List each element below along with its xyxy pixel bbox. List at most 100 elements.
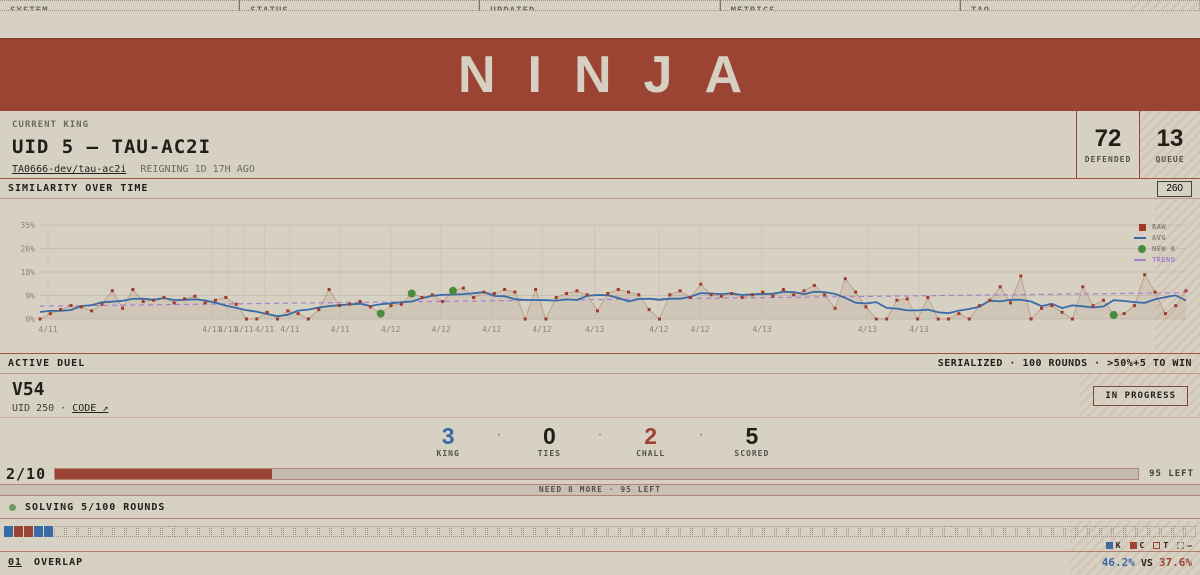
round-cell: [258, 526, 270, 537]
round-cell: [44, 526, 54, 537]
similarity-chart: 4/11 4/114/114/11 4/11 4/11 4/11 4/12 4/12 4/12…: [21, 221, 1188, 334]
newk-swatch-icon: [1138, 245, 1146, 253]
overlap-index-link[interactable]: 01: [8, 557, 22, 568]
round-cell: [547, 526, 559, 537]
round-cell: [1185, 526, 1197, 537]
round-cell: [150, 526, 162, 537]
round-cell: [1088, 526, 1100, 537]
svg-text:26%: 26%: [21, 245, 36, 254]
round-cell: [499, 526, 511, 537]
round-cell: [848, 526, 860, 537]
round-cell: [1124, 526, 1136, 537]
round-cell: [246, 526, 258, 537]
footer: 01 OVERLAP 46.2% VS 37.6%: [0, 551, 1200, 573]
challenger-code-link[interactable]: CODE ↗: [72, 403, 108, 414]
round-cell: [944, 526, 956, 537]
duel-row: V54 UID 250 · CODE ↗ IN PROGRESS: [0, 374, 1200, 418]
round-cell: [475, 526, 487, 537]
round-cell: [788, 526, 800, 537]
round-cell: [559, 526, 571, 537]
round-cell: [619, 526, 631, 537]
round-cell: [691, 526, 703, 537]
solving-status-icon: [9, 503, 16, 511]
round-cell: [34, 526, 44, 537]
round-cell: [90, 526, 102, 537]
vs-label: VS: [1140, 558, 1153, 569]
chall-overlap-pct: 37.6%: [1158, 556, 1192, 569]
svg-text:4/11: 4/11: [255, 325, 274, 334]
round-cell: [824, 526, 836, 537]
round-cell: [607, 526, 619, 537]
svg-text:4/12: 4/12: [532, 325, 551, 334]
round-cell: [872, 526, 884, 537]
legend-newk: NEW K: [1134, 245, 1184, 253]
round-cell: [595, 526, 607, 537]
similarity-title: SIMILARITY OVER TIME: [8, 183, 149, 194]
round-cell: [24, 526, 34, 537]
score-king: 3 KING: [419, 424, 477, 458]
round-cell: [1040, 526, 1052, 537]
topbar-updated: UPDATED 0M AGO: [479, 0, 720, 11]
tie-cell-swatch-icon: [1153, 542, 1161, 549]
topbar-system: SYSTEM NINJA // SN66: [0, 0, 240, 11]
progress-bar: [54, 467, 1140, 480]
round-cell: [1149, 526, 1161, 537]
duel-score-row: 3 KING · 0 TIES · 2 CHALL · 5 SCORED: [0, 418, 1200, 463]
active-duel-title: ACTIVE DUEL: [8, 358, 86, 369]
round-cell: [366, 526, 378, 537]
ninja-dashboard: SYSTEM NINJA // SN66 STATUS OPERATIONAL …: [0, 0, 1200, 575]
solving-row: SOLVING 5/100 ROUNDS: [0, 496, 1200, 519]
svg-text:4/13: 4/13: [752, 325, 771, 334]
round-cell: [860, 526, 872, 537]
ties-score: 0: [542, 422, 556, 449]
round-cell: [354, 526, 366, 537]
defended-count: 72: [1094, 125, 1122, 152]
score-scored: 5 SCORED: [723, 424, 781, 458]
challenger-uid: UID 250 ·: [12, 403, 67, 414]
round-cell: [1028, 526, 1040, 537]
round-cell: [1100, 526, 1112, 537]
round-cell: [234, 526, 246, 537]
round-cell: [1052, 526, 1064, 537]
score-ties: 0 TIES: [520, 424, 578, 458]
round-cell: [1016, 526, 1028, 537]
svg-text:4/12: 4/12: [431, 325, 450, 334]
topbar-tao: TAO $252.66 · MC $2.74B: [959, 0, 1200, 11]
active-duel-header: ACTIVE DUEL SERIALIZED · 100 ROUNDS · >5…: [0, 354, 1200, 374]
legend-raw: RAW: [1134, 223, 1184, 231]
round-cell: [812, 526, 824, 537]
progress-fill: [55, 468, 272, 479]
round-cell: [1136, 526, 1148, 537]
round-cell: [4, 526, 14, 537]
legend-raw-label: RAW: [1152, 223, 1167, 231]
rounds-legend: K C T –: [0, 540, 1200, 551]
round-cell: [306, 526, 318, 537]
chart-legend: RAW AVG NEW K TREND: [1134, 223, 1184, 264]
round-cell: [679, 526, 691, 537]
avg-swatch-icon: [1134, 237, 1146, 239]
svg-text:4/12: 4/12: [381, 325, 400, 334]
king-cell-label: K: [1115, 541, 1121, 550]
round-cell: [571, 526, 583, 537]
king-repo-link[interactable]: TA0666-dev/tau-ac2i: [12, 164, 126, 175]
tie-cell-label: T: [1163, 541, 1169, 550]
round-cell: [980, 526, 992, 537]
svg-text:4/12: 4/12: [482, 325, 501, 334]
round-cell: [487, 526, 499, 537]
status-label: STATUS: [250, 6, 289, 11]
rounds-legend-chall: C: [1129, 541, 1144, 550]
scored-score: 5: [745, 422, 759, 449]
round-cell: [631, 526, 643, 537]
round-cell: [992, 526, 1004, 537]
round-cell: [174, 526, 186, 537]
similarity-count-badge[interactable]: 260: [1157, 180, 1192, 197]
svg-text:4/11: 4/11: [38, 325, 57, 334]
pending-cell-label: –: [1187, 541, 1192, 550]
svg-text:4/12: 4/12: [649, 325, 668, 334]
round-cell: [66, 526, 78, 537]
svg-text:4/12: 4/12: [690, 325, 709, 334]
defended-label: DEFENDED: [1084, 155, 1132, 164]
queue-stat: 13 QUEUE: [1139, 111, 1200, 178]
progress-row: 2/10 95 LEFT: [0, 463, 1200, 484]
progress-remaining: 95 LEFT: [1149, 468, 1194, 479]
